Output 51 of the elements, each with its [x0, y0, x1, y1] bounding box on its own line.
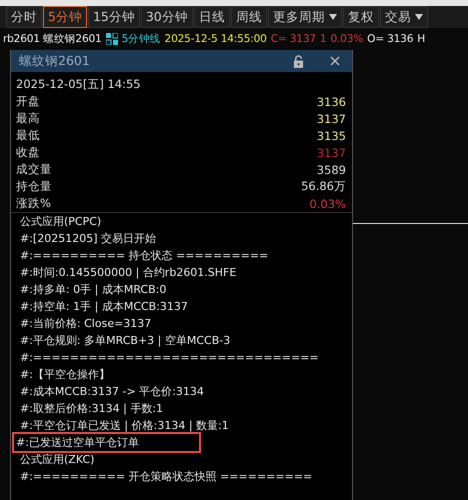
quote-value: 3137	[316, 146, 346, 160]
log-line: #:持空单: 1手 | 成本MCCB:3137	[19, 299, 189, 315]
log-line: #:当前价格: Close=3137	[19, 316, 152, 332]
open-price: O= 3136	[367, 33, 414, 45]
quote-label: 开盘	[16, 94, 40, 109]
change-value: 1	[320, 33, 326, 45]
period-tab[interactable]: 15分钟	[88, 6, 140, 28]
log-line: #:持多单: 0手 | 成本MRCB:0	[19, 282, 168, 298]
log-line: #:成本MCCB:3137 -> 平仓价:3134	[19, 384, 205, 400]
close-price: C= 3137	[270, 33, 316, 45]
log-line: #:平仓规则: 多单MRCB+3 | 空单MCCB-3	[19, 333, 232, 349]
log-line: #:平空仓订单已发送 | 价格:3134 | 数量:1	[19, 418, 230, 434]
quote-label: 最高	[16, 111, 40, 126]
log-line: 公式应用(PCPC)	[19, 214, 102, 230]
log-line: #:========== 持仓状态 ==========	[19, 248, 270, 264]
date-label: 2025-12-05[五] 14:55	[16, 77, 141, 92]
change-percent: 0.03%	[330, 33, 364, 45]
quote-value: 3589	[316, 162, 346, 176]
quote-label: 涨跌%	[16, 196, 51, 211]
quote-label: 最低	[16, 128, 40, 143]
quote-label: 持仓量	[16, 179, 52, 194]
quote-value: 3136	[316, 94, 346, 108]
quote-value: 3135	[316, 128, 346, 142]
close-icon[interactable]	[330, 56, 340, 66]
quote-value: 3137	[316, 112, 346, 126]
datetime-label: 2025-12-5 14:55:00	[164, 33, 267, 45]
high-label: H	[417, 33, 426, 45]
period-tab[interactable]: 30分钟	[140, 6, 193, 28]
period-tab[interactable]: 周线	[230, 6, 267, 28]
period-tab[interactable]: 交易	[380, 6, 428, 28]
log-line: #:===============================	[19, 350, 320, 365]
panel-title: 螺纹钢2601	[19, 52, 91, 70]
lock-icon[interactable]	[293, 54, 304, 68]
log-line: 公式应用(ZKC)	[19, 452, 96, 468]
period-tab[interactable]: 复权	[342, 6, 379, 28]
quote-label: 成交量	[16, 162, 52, 177]
log-line: #:取整后价格:3134 | 手数:1	[19, 401, 164, 417]
symbol-label: rb2601 螺纹钢2601	[3, 32, 102, 46]
period-tab[interactable]: 5分钟	[43, 6, 87, 28]
period-tab[interactable]: 分时	[6, 6, 42, 28]
quote-value: 56.86万	[301, 179, 346, 194]
period-label: 5分钟线	[122, 32, 161, 46]
log-line: #:========== 开仓策略状态快照 ==========	[19, 469, 314, 485]
grid-icon[interactable]	[106, 33, 118, 45]
quote-value: 0.03%	[309, 196, 346, 210]
log-line: #:时间:0.145500000 | 合约rb2601.SHFE	[19, 265, 238, 281]
log-line: #:【平空仓操作】	[19, 367, 111, 383]
period-tab[interactable]: 日线	[194, 6, 230, 28]
period-tab[interactable]: 更多周期	[268, 6, 342, 28]
quote-label: 收盘	[16, 145, 40, 160]
log-line: #:[20251205] 交易日开始	[19, 231, 157, 247]
